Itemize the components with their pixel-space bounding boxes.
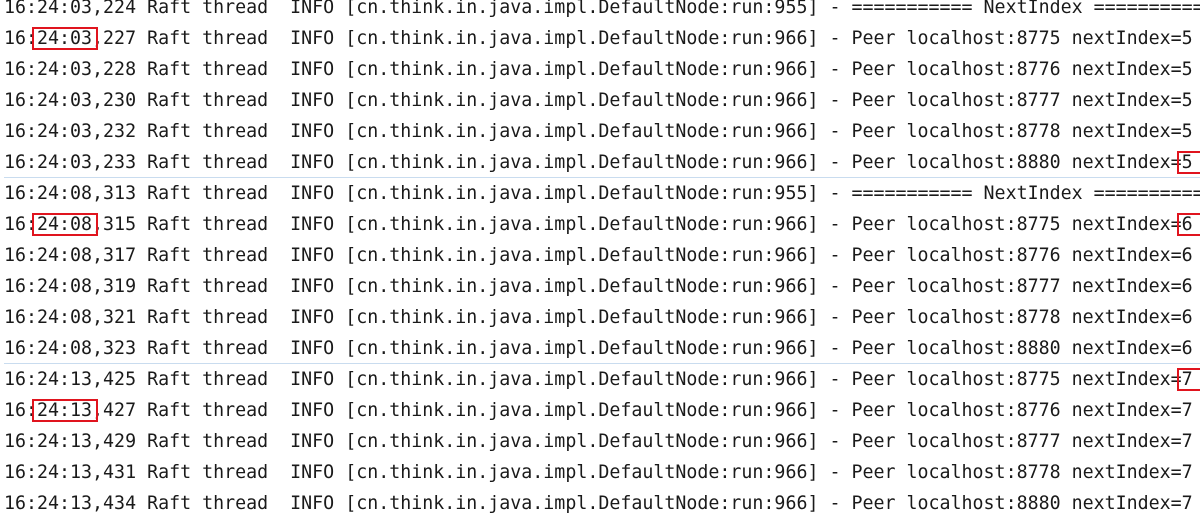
log-line-text: 16:24:03,224 Raft thread INFO [cn.think.…: [4, 0, 1200, 18]
log-line: 16:24:03,228 Raft thread INFO [cn.think.…: [4, 54, 1200, 85]
log-line: 16:24:08,315 Raft thread INFO [cn.think.…: [4, 209, 1200, 240]
log-line: 16:24:03,224 Raft thread INFO [cn.think.…: [4, 0, 1200, 23]
log-line-text: 16:24:08,323 Raft thread INFO [cn.think.…: [4, 338, 1193, 359]
log-line-text: 16:24:08,315 Raft thread INFO [cn.think.…: [4, 214, 1193, 235]
log-line-text: 16:24:13,425 Raft thread INFO [cn.think.…: [4, 369, 1193, 390]
log-line-text: 16:24:03,232 Raft thread INFO [cn.think.…: [4, 121, 1193, 142]
log-line: 16:24:13,425 Raft thread INFO [cn.think.…: [4, 364, 1200, 395]
log-line: 16:24:13,427 Raft thread INFO [cn.think.…: [4, 395, 1200, 426]
log-line-text: 16:24:03,233 Raft thread INFO [cn.think.…: [4, 152, 1193, 173]
log-line-text: 16:24:08,321 Raft thread INFO [cn.think.…: [4, 307, 1193, 328]
log-line: 16:24:13,429 Raft thread INFO [cn.think.…: [4, 426, 1200, 457]
log-output: 16:24:03,224 Raft thread INFO [cn.think.…: [4, 0, 1200, 519]
log-line-text: 16:24:13,434 Raft thread INFO [cn.think.…: [4, 493, 1193, 514]
log-line: 16:24:03,232 Raft thread INFO [cn.think.…: [4, 116, 1200, 147]
log-line-text: 16:24:03,227 Raft thread INFO [cn.think.…: [4, 28, 1193, 49]
log-line: 16:24:08,317 Raft thread INFO [cn.think.…: [4, 240, 1200, 271]
log-line-text: 16:24:13,431 Raft thread INFO [cn.think.…: [4, 462, 1193, 483]
log-line: 16:24:08,319 Raft thread INFO [cn.think.…: [4, 271, 1200, 302]
log-line: 16:24:03,230 Raft thread INFO [cn.think.…: [4, 85, 1200, 116]
log-line: 16:24:13,434 Raft thread INFO [cn.think.…: [4, 488, 1200, 519]
log-line-text: 16:24:08,317 Raft thread INFO [cn.think.…: [4, 245, 1193, 266]
log-line: 16:24:08,313 Raft thread INFO [cn.think.…: [4, 178, 1200, 209]
log-line-text: 16:24:13,429 Raft thread INFO [cn.think.…: [4, 431, 1193, 452]
log-line: 16:24:08,321 Raft thread INFO [cn.think.…: [4, 302, 1200, 333]
log-line-text: 16:24:08,319 Raft thread INFO [cn.think.…: [4, 276, 1193, 297]
log-line: 16:24:08,323 Raft thread INFO [cn.think.…: [4, 333, 1200, 364]
log-line: 16:24:13,431 Raft thread INFO [cn.think.…: [4, 457, 1200, 488]
log-line: 16:24:03,233 Raft thread INFO [cn.think.…: [4, 147, 1200, 178]
log-line-text: 16:24:08,313 Raft thread INFO [cn.think.…: [4, 183, 1200, 204]
log-line-text: 16:24:13,427 Raft thread INFO [cn.think.…: [4, 400, 1193, 421]
log-line-text: 16:24:03,228 Raft thread INFO [cn.think.…: [4, 59, 1193, 80]
log-line: 16:24:03,227 Raft thread INFO [cn.think.…: [4, 23, 1200, 54]
log-line-text: 16:24:03,230 Raft thread INFO [cn.think.…: [4, 90, 1193, 111]
